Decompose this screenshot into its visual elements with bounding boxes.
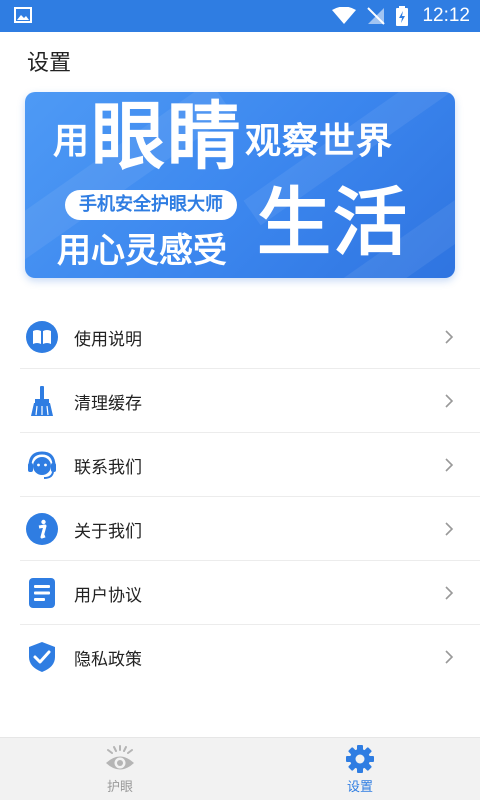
document-icon [25,576,59,610]
menu-item-label: 清理缓存 [74,393,142,414]
banner-line2-big: 生活 [257,180,409,266]
chevron-right-icon [445,586,454,600]
chevron-right-icon [445,650,454,664]
headset-icon [25,448,59,482]
menu-item-about-us[interactable]: 关于我们 [0,497,480,561]
menu-item-user-agreement[interactable]: 用户协议 [0,561,480,625]
menu-item-clear-cache[interactable]: 清理缓存 [0,369,480,433]
battery-charging-icon [396,6,409,26]
status-bar: 12:12 [0,0,480,32]
tab-eye-care[interactable]: 护眼 [0,738,240,800]
broom-icon [25,384,59,418]
menu-item-label: 用户协议 [74,585,142,606]
tab-settings-label: 设置 [346,779,373,795]
tab-eye-care-label: 护眼 [106,779,133,795]
info-icon [25,512,59,546]
menu-item-label: 关于我们 [74,521,142,542]
tab-settings[interactable]: 设置 [240,738,480,800]
page-title: 设置 [27,51,72,76]
menu-item-contact-us[interactable]: 联系我们 [0,433,480,497]
banner-line2: 用心灵感受 [57,231,227,271]
settings-menu: 使用说明 清理缓存 联系我们 关于我们 用户协议 隐私政策 [0,305,480,689]
gear-icon [346,744,374,773]
no-signal-icon [367,7,386,25]
eye-icon [106,744,134,769]
chevron-right-icon [445,458,454,472]
chevron-right-icon [445,394,454,408]
wifi-icon [332,7,357,24]
image-notification-icon [14,7,32,23]
banner-line1: 用 眼睛 观察世界 [53,100,393,174]
menu-item-label: 联系我们 [74,457,142,478]
bottom-nav: 护眼 设置 [0,737,480,800]
book-icon [25,320,59,354]
promo-banner: 用 眼睛 观察世界 手机安全护眼大师 用心灵感受 生活 [25,92,455,278]
banner-line1-prefix: 用 [53,121,90,162]
banner-pill: 手机安全护眼大师 [65,190,237,220]
menu-item-label: 使用说明 [74,329,142,350]
chevron-right-icon [445,522,454,536]
chevron-right-icon [445,330,454,344]
menu-item-usage-guide[interactable]: 使用说明 [0,305,480,369]
banner-line1-suffix: 观察世界 [245,121,394,162]
status-time: 12:12 [422,5,470,26]
menu-item-privacy-policy[interactable]: 隐私政策 [0,625,480,689]
menu-item-label: 隐私政策 [74,649,142,670]
shield-check-icon [25,640,59,674]
banner-line1-big: 眼睛 [91,94,244,180]
